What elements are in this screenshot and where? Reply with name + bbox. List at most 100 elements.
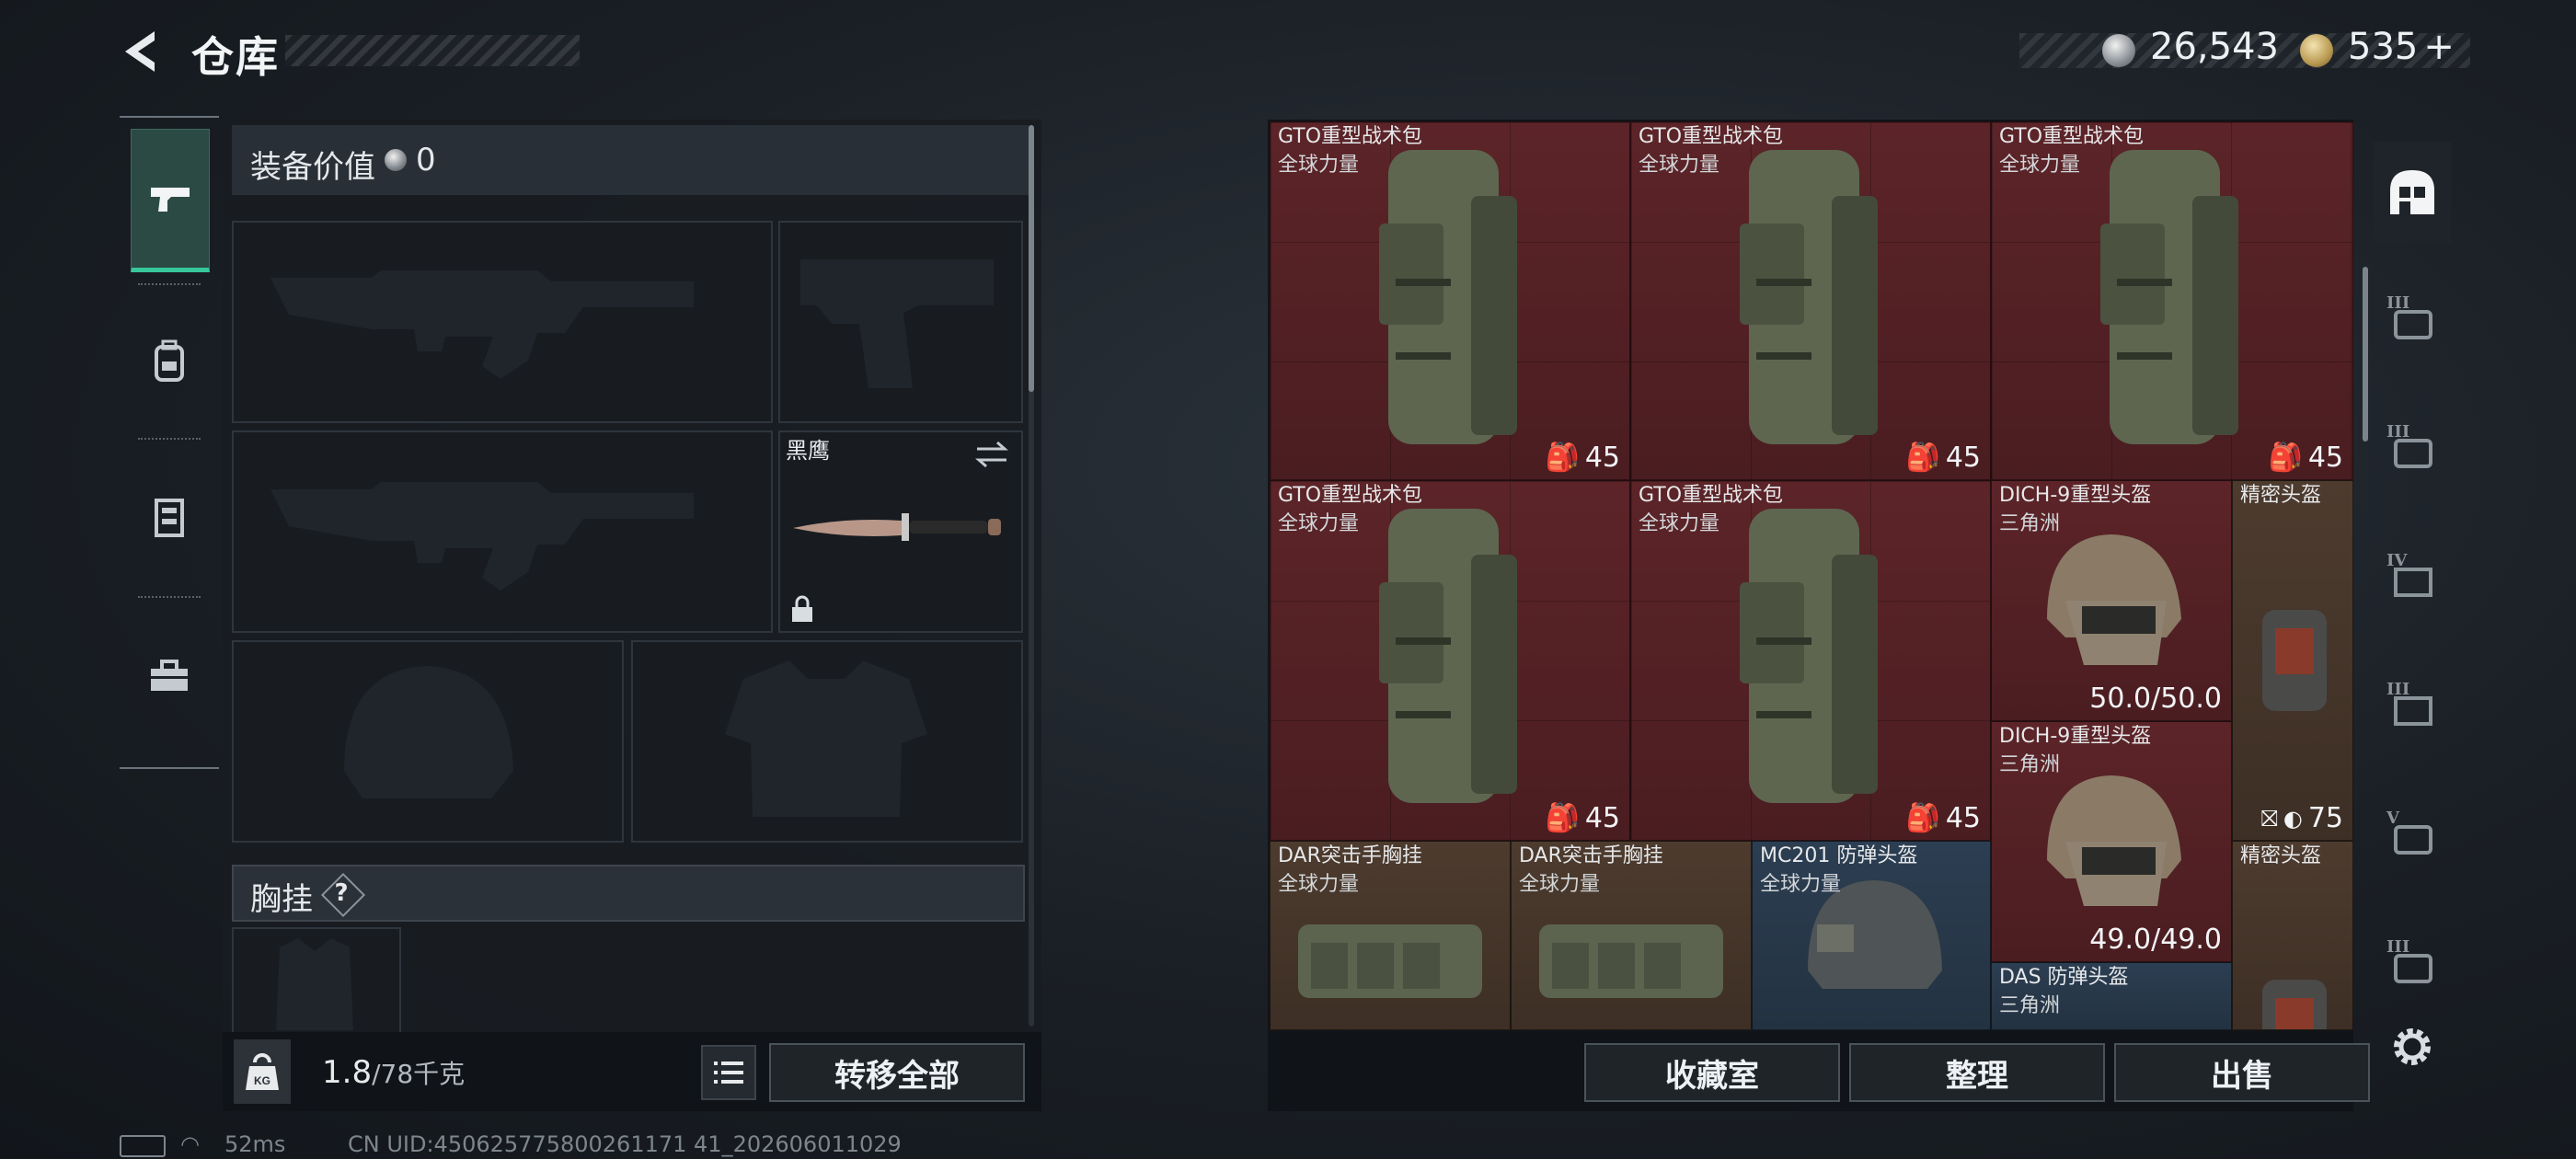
item-name: GTO重型战术包 [1278,484,1423,507]
tier-3b-icon: III [2386,422,2432,468]
helmet-icon [2262,610,2327,711]
tier-5-icon: V [2386,809,2432,855]
storage-item[interactable]: DAS 防弹头盔 三角洲 [1991,962,2232,1030]
tab-backpacks[interactable] [131,293,208,430]
no-repair-icon: ⛝ [2260,805,2278,832]
capacity-value: 45 [1584,442,1620,474]
primary-weapon-slot[interactable] [232,221,773,423]
capacity-value: 45 [1945,442,1981,474]
toolbox-icon [151,660,188,691]
silver-coin-icon [2102,34,2135,67]
rifle-silhouette-icon [270,482,694,591]
capacity-badge: 🎒 45 [2268,442,2343,474]
wifi-icon: ◠ [180,1131,200,1157]
helmet-silhouette-icon [344,666,513,798]
add-gold-plus[interactable]: + [2423,26,2455,68]
secondary-weapon-slot[interactable] [232,430,773,633]
item-faction: 全球力量 [1639,512,1720,535]
storage-tab-tier-4[interactable]: IV [2374,524,2451,625]
gold-currency[interactable]: 535 + [2348,26,2455,68]
chest-rig-slot[interactable] [232,927,401,1036]
back-arrow-icon[interactable] [118,28,166,75]
organize-button[interactable]: 整理 [1849,1043,2105,1102]
storage-item[interactable]: GTO重型战术包 全球力量 🎒 45 [1270,480,1630,841]
pistol-icon [151,188,190,212]
helmet-slot[interactable] [232,640,624,843]
tier-4-icon: IV [2386,551,2432,597]
swap-icon[interactable] [973,440,1010,469]
tab-armor[interactable] [131,449,208,587]
helmet-icon [2047,534,2181,665]
storage-tab-tier-3d[interactable]: III [2374,911,2451,1012]
sell-button[interactable]: 出售 [2114,1043,2370,1102]
tier-3c-icon: III [2386,680,2432,726]
storage-item[interactable]: GTO重型战术包 全球力量 🎒 45 [1991,121,2353,480]
item-name: DAR突击手胸挂 [1519,844,1663,867]
svg-text:V: V [2386,809,2400,828]
sidearm-slot[interactable] [778,221,1023,423]
armor-icon [155,499,184,537]
helmet-icon [2262,980,2327,1029]
backpack-icon [1379,509,1517,803]
item-faction: 全球力量 [1278,512,1360,535]
storage-item[interactable]: GTO重型战术包 全球力量 🎒 45 [1630,121,1991,480]
svg-text:III: III [2386,422,2409,442]
storage-item[interactable]: DAR突击手胸挂 全球力量 [1511,841,1752,1030]
storage-tab-all[interactable] [2374,142,2451,243]
tab-equipment[interactable] [131,607,208,745]
item-durability: 50.0/50.0 [2089,683,2222,715]
storage-item[interactable]: GTO重型战术包 全球力量 🎒 45 [1630,480,1991,841]
tab-divider [138,438,201,440]
item-faction: 全球力量 [1760,873,1842,896]
user-uid: CN UID:450625775800261171 41_20260601102… [348,1131,902,1157]
item-name: GTO重型战术包 [1278,125,1423,148]
item-name: DAS 防弹头盔 [1999,966,2129,989]
collection-room-button[interactable]: 收藏室 [1584,1043,1840,1102]
chest-rig-icon [1539,924,1723,998]
item-faction: 全球力量 [1519,873,1601,896]
capacity-badge: 🎒 45 [1905,442,1981,474]
tab-weapons[interactable] [131,129,210,272]
storage-tab-tier-5[interactable]: V [2374,782,2451,883]
battery-icon [120,1135,166,1157]
storage-item[interactable]: 精密头盔 [2232,841,2353,1030]
body-armor-slot[interactable] [631,640,1023,843]
silver-coin-icon [385,149,407,171]
storage-tab-tier-3c[interactable]: III [2374,653,2451,754]
list-icon [714,1061,743,1084]
backpack-capacity-icon: 🎒 [1545,802,1580,834]
tab-divider [138,283,201,285]
chest-rig-help-icon[interactable]: ? [322,874,361,912]
equipment-value-amount: 0 [416,142,436,178]
item-faction: 全球力量 [1278,873,1360,896]
transfer-all-button[interactable]: 转移全部 [769,1043,1025,1102]
storage-item[interactable]: 精密头盔 ⛝ ◐ 75 [2232,480,2353,841]
backpack-icon [1740,509,1878,803]
item-faction: 全球力量 [1639,154,1720,177]
storage-tab-tier-3b[interactable]: III [2374,396,2451,497]
chest-rig-label: 胸挂 [250,881,313,918]
backpack-capacity-icon: 🎒 [2268,442,2303,474]
storage-tab-tier-3[interactable]: III [2374,267,2451,368]
armor-badge: ⛝ ◐ 75 [2261,802,2343,834]
carry-weight: 1.8/78千克 [322,1054,465,1091]
item-name: 精密头盔 [2240,844,2322,867]
storage-item[interactable]: DAR突击手胸挂 全球力量 [1270,841,1511,1030]
storage-scrollbar[interactable] [2363,267,2368,442]
storage-item[interactable]: MC201 防弹头盔 全球力量 [1752,841,1991,1030]
storage-item[interactable]: DICH-9重型头盔 三角洲 50.0/50.0 [1991,480,2232,721]
carry-weight-current: 1.8 [322,1054,373,1091]
capacity-badge: 🎒 45 [1545,442,1620,474]
tier-3d-icon: III [2386,937,2432,983]
storage-item[interactable]: DICH-9重型头盔 三角洲 49.0/49.0 [1991,721,2232,962]
settings-gear-icon[interactable] [2385,1019,2440,1074]
storage-grid: GTO重型战术包 全球力量 🎒 45 GTO重型战术包 全球力量 🎒 45 GTO重… [1270,121,2353,1030]
chest-rig-icon [1298,924,1482,998]
item-name: 精密头盔 [2240,484,2322,507]
item-name: GTO重型战术包 [1639,484,1784,507]
list-view-button[interactable] [701,1045,756,1100]
equipment-value-label: 装备价值 [250,149,375,186]
loadout-scrollbar[interactable] [1029,125,1034,392]
storage-item[interactable]: GTO重型战术包 全球力量 🎒 45 [1270,121,1630,480]
tab-divider [138,596,201,598]
